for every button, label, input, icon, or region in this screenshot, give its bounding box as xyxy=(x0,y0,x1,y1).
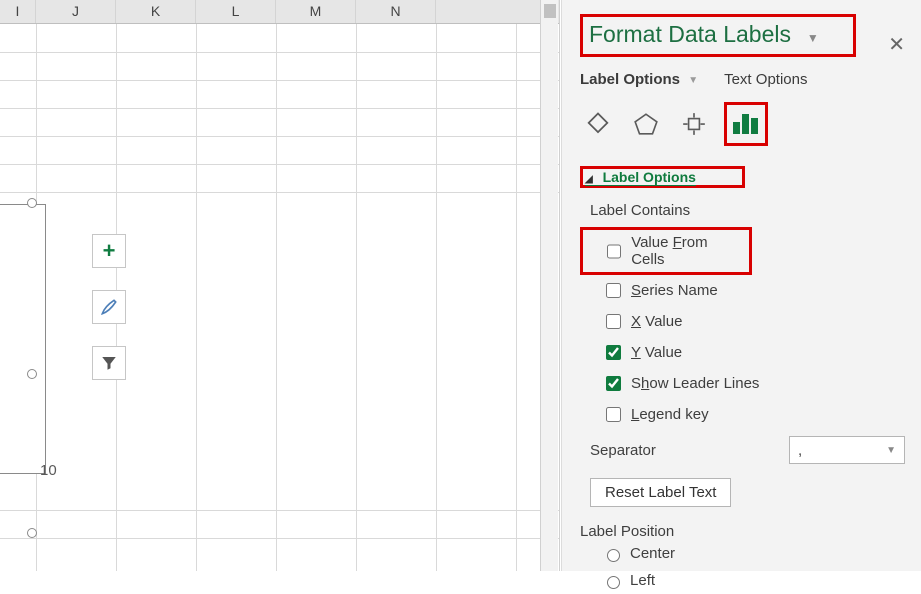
reset-underline: R xyxy=(605,484,616,501)
checkbox-input[interactable] xyxy=(606,345,621,360)
radio-label: Center xyxy=(630,545,675,562)
chart-axis-tick: 10 xyxy=(40,462,57,479)
label-contains-heading: Label Contains xyxy=(580,202,905,219)
pentagon-icon xyxy=(633,111,659,137)
size-properties-icon-tab[interactable] xyxy=(676,106,712,142)
separator-label: Separator xyxy=(590,442,656,459)
format-pane: ✕ Format Data Labels ▼ Label Options ▼ T… xyxy=(561,0,921,571)
checkbox-legend-key[interactable]: Legend key xyxy=(580,399,905,430)
pane-title-dropdown-icon[interactable]: ▼ xyxy=(807,31,819,45)
highlight-box: ◢ Label Options xyxy=(580,166,745,188)
separator-dropdown[interactable]: , ▼ xyxy=(789,436,905,464)
selection-handle[interactable] xyxy=(27,528,37,538)
pane-title[interactable]: Format Data Labels xyxy=(589,21,791,48)
checkbox-y-value[interactable]: Y Value xyxy=(580,337,905,368)
checkbox-input[interactable] xyxy=(607,244,621,259)
tab-label: Label Options xyxy=(580,71,680,88)
checkbox-show-leader-lines[interactable]: Show Leader Lines xyxy=(580,368,905,399)
tab-text-options[interactable]: Text Options xyxy=(724,71,807,88)
tab-label: Text Options xyxy=(724,71,807,88)
highlight-box: Format Data Labels ▼ xyxy=(580,14,856,57)
column-header-row: I J K L M N xyxy=(0,0,559,24)
dropdown-icon: ▼ xyxy=(886,445,896,456)
checkbox-label: Y Value xyxy=(631,344,682,361)
checkbox-label: Series Name xyxy=(631,282,718,299)
radio-input[interactable] xyxy=(607,549,620,562)
checkbox-input[interactable] xyxy=(606,376,621,391)
checkbox-input[interactable] xyxy=(606,283,621,298)
chart-plot-area[interactable] xyxy=(0,204,46,474)
chart-filters-button[interactable] xyxy=(92,346,126,380)
col-header[interactable]: M xyxy=(276,0,356,23)
vertical-scrollbar[interactable] xyxy=(540,0,558,571)
scrollbar-thumb[interactable] xyxy=(544,4,556,18)
collapse-icon: ◢ xyxy=(585,174,593,185)
embedded-chart[interactable] xyxy=(0,204,80,564)
separator-value: , xyxy=(798,442,802,459)
dropdown-icon: ▼ xyxy=(688,75,698,86)
col-header[interactable]: J xyxy=(36,0,116,23)
radio-position-left[interactable]: Left xyxy=(580,567,905,594)
checkbox-input[interactable] xyxy=(606,407,621,422)
radio-position-center[interactable]: Center xyxy=(580,540,905,567)
col-header[interactable]: K xyxy=(116,0,196,23)
fill-and-line-icon-tab[interactable] xyxy=(580,106,616,142)
checkbox-input[interactable] xyxy=(606,314,621,329)
col-header[interactable]: N xyxy=(356,0,436,23)
checkbox-label: Show Leader Lines xyxy=(631,375,759,392)
selection-handle[interactable] xyxy=(27,198,37,208)
checkbox-series-name[interactable]: Series Name xyxy=(580,275,905,306)
reset-label-text-button[interactable]: Reset Label Text xyxy=(590,478,731,507)
paintbrush-icon xyxy=(99,297,119,317)
checkbox-label: Value From Cells xyxy=(631,234,739,268)
chart-elements-button[interactable]: + xyxy=(92,234,126,268)
grid-cells[interactable]: 10 + xyxy=(0,24,559,571)
radio-input[interactable] xyxy=(607,576,620,589)
effects-icon-tab[interactable] xyxy=(628,106,664,142)
label-position-heading: Label Position xyxy=(580,523,905,540)
tab-label-options[interactable]: Label Options ▼ xyxy=(580,71,698,88)
col-header[interactable]: L xyxy=(196,0,276,23)
checkbox-value-from-cells[interactable]: Value From Cells xyxy=(580,227,752,275)
checkbox-label: X Value xyxy=(631,313,682,330)
funnel-icon xyxy=(100,354,118,372)
radio-label: Left xyxy=(630,572,655,589)
checkbox-x-value[interactable]: X Value xyxy=(580,306,905,337)
section-title: Label Options xyxy=(603,169,696,185)
spreadsheet-grid[interactable]: I J K L M N 10 + xyxy=(0,0,560,571)
bar-chart-icon xyxy=(731,112,761,136)
checkbox-label: Legend key xyxy=(631,406,709,423)
col-header[interactable]: I xyxy=(0,0,36,23)
section-label-options-toggle[interactable]: ◢ Label Options xyxy=(585,169,696,186)
selection-handle[interactable] xyxy=(27,369,37,379)
close-pane-button[interactable]: ✕ xyxy=(888,32,905,57)
chart-styles-button[interactable] xyxy=(92,290,126,324)
paint-bucket-icon xyxy=(584,110,612,138)
label-options-icon-tab[interactable] xyxy=(724,102,768,146)
size-arrows-icon xyxy=(681,111,707,137)
